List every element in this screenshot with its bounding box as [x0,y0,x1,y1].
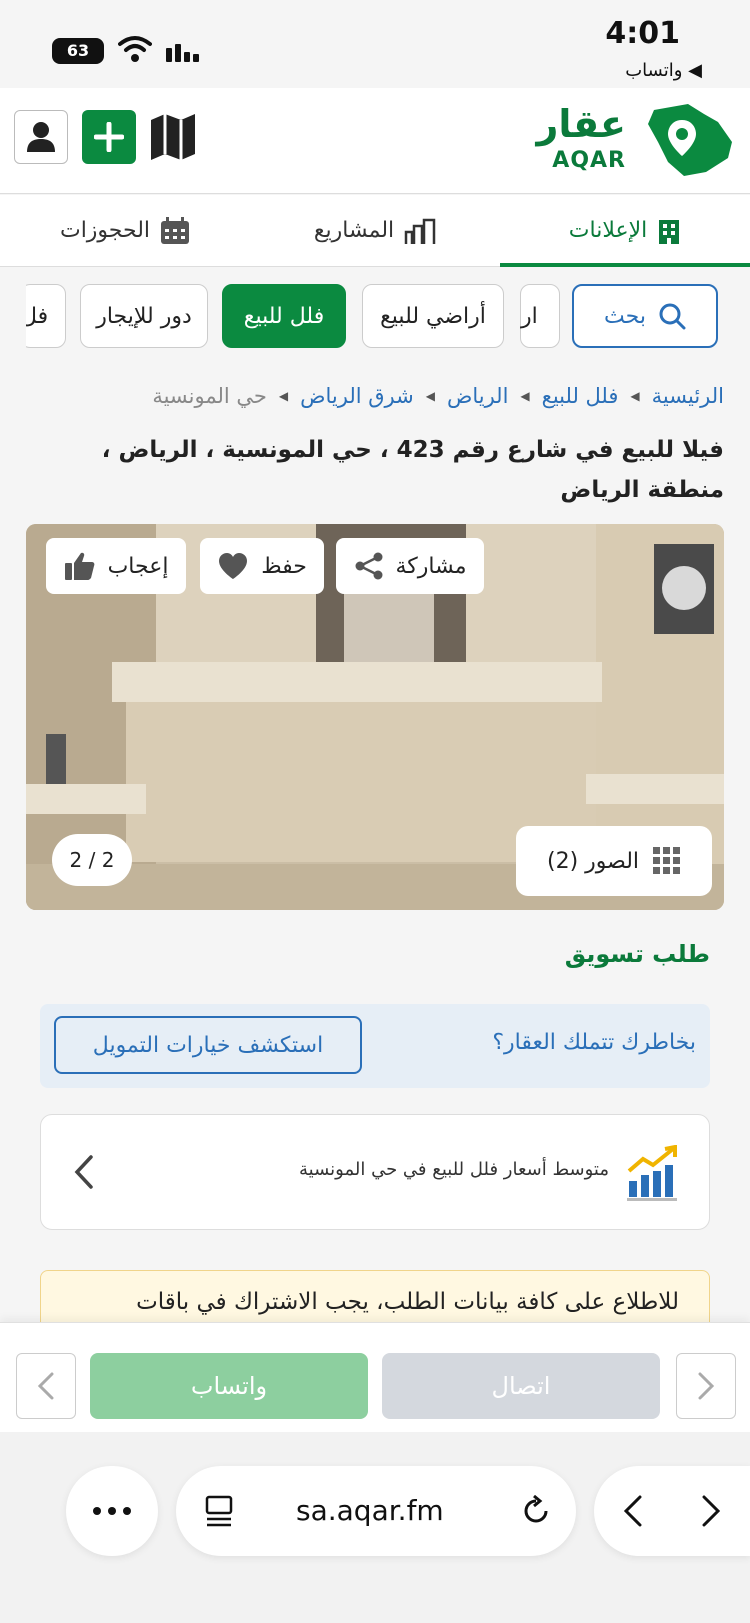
chip-villas-for-sale[interactable]: فلل للبيع [222,284,346,348]
breadcrumb-east-riyadh[interactable]: شرق الرياض [300,384,414,408]
listing-photo[interactable]: مشاركة حفظ إعجاب الصور (2) 2 / 2 [26,524,724,910]
browser-toolbar: sa.aqar.fm [0,1432,750,1623]
search-button[interactable]: بحث [572,284,718,348]
wifi-icon [118,36,152,62]
chevron-left-icon [37,1372,54,1400]
category-chips: بحث ار أراضي للبيع فلل للبيع دور للإيجار… [26,284,724,350]
subscription-notice-text: للاطلاع على كافة بيانات الطلب، يجب الاشت… [136,1289,679,1315]
search-icon [659,303,686,330]
share-button-label: مشاركة [395,553,467,579]
like-button-label: إعجاب [107,553,169,579]
calendar-icon [161,216,190,244]
tab-bookings-label: الحجوزات [59,218,151,243]
chevron-right-icon [698,1372,715,1400]
call-button[interactable]: اتصال [382,1353,660,1419]
breadcrumb-riyadh[interactable]: الرياض [447,384,508,408]
chip-partial-left[interactable]: فل [26,284,66,348]
like-button[interactable]: إعجاب [46,538,186,594]
average-prices-text: متوسط أسعار فلل للبيع في حي المونسية [299,1159,609,1180]
reload-icon [524,1495,548,1523]
tab-bookings[interactable]: الحجوزات [0,195,250,266]
building-icon [659,219,680,244]
breadcrumb-current: حي المونسية [152,384,267,408]
battery-icon: 63 [52,38,104,64]
browser-back-icon[interactable] [623,1494,643,1528]
chevron-left-icon [74,1155,93,1189]
save-button-label: حفظ [261,553,307,579]
grid-icon [653,847,681,874]
breadcrumb-separator-icon: ◀ [630,389,640,403]
breadcrumb-separator-icon: ◀ [425,389,435,403]
thumbs-up-icon [64,552,94,580]
photos-gallery-button[interactable]: الصور (2) [516,826,712,896]
marketing-request-link[interactable]: طلب تسويق [565,940,710,968]
more-dots-icon [93,1507,131,1515]
previous-listing-button[interactable] [16,1353,76,1419]
explore-financing-button[interactable]: استكشف خيارات التمويل [54,1016,362,1074]
chip-lands-for-sale[interactable]: أراضي للبيع [362,284,504,348]
listing-title: فيلا للبيع في شارع رقم 423 ، حي المونسية… [101,437,724,503]
chip-floors-for-rent[interactable]: دور للإيجار [80,284,208,348]
plus-icon [94,122,124,152]
photo-counter: 2 / 2 [52,834,132,886]
main-tabs: الإعلانات المشاريع الحجوزات [0,195,750,267]
browser-forward-icon[interactable] [701,1494,721,1528]
address-bar[interactable]: sa.aqar.fm [176,1466,576,1556]
share-icon [355,552,382,580]
chart-trend-icon [627,1145,677,1201]
status-time: 4:01 [605,16,680,51]
save-button[interactable]: حفظ [200,538,324,594]
projects-icon [404,218,436,244]
breadcrumb-villas-for-sale[interactable]: فلل للبيع [542,384,619,408]
saudi-map-pin-icon [648,104,732,176]
url-text: sa.aqar.fm [296,1494,444,1527]
aqar-logo[interactable]: عقار AQAR [516,100,736,180]
breadcrumb-separator-icon: ◀ [520,389,530,403]
average-prices-card[interactable]: متوسط أسعار فلل للبيع في حي المونسية [40,1114,710,1230]
map-button[interactable] [146,110,200,164]
contact-action-bar: اتصال واتساب [0,1322,750,1432]
tab-projects-label: المشاريع [313,218,395,243]
tab-listings-label: الإعلانات [568,218,648,243]
add-listing-button[interactable] [82,110,136,164]
photos-gallery-label: الصور (2) [546,848,640,874]
status-bar: 4:01 ◀ واتساب 63 [0,0,750,88]
share-button[interactable]: مشاركة [336,538,484,594]
browser-more-button[interactable] [66,1466,158,1556]
whatsapp-button[interactable]: واتساب [90,1353,368,1419]
cellular-signal-icon [166,44,199,62]
back-to-app-link[interactable]: ◀ واتساب [625,60,702,81]
breadcrumb-separator-icon: ◀ [278,389,289,403]
heart-icon [219,553,248,579]
search-button-label: بحث [604,303,646,329]
browser-navigation [594,1466,750,1556]
finance-question: بخاطرك تتملك العقار؟ [492,1030,696,1055]
chip-partial-right[interactable]: ار [520,284,560,348]
next-listing-button[interactable] [676,1353,736,1419]
map-icon [151,114,195,160]
tab-projects[interactable]: المشاريع [250,195,500,266]
breadcrumb-home[interactable]: الرئيسية [652,384,724,408]
breadcrumb: الرئيسية ◀ فلل للبيع ◀ الرياض ◀ شرق الري… [152,376,724,416]
user-icon [27,122,55,152]
logo-english-text: AQAR [552,148,626,173]
tab-listings[interactable]: الإعلانات [500,195,750,267]
site-header: عقار AQAR [0,88,750,194]
account-button[interactable] [14,110,68,164]
reader-mode-icon [205,1495,233,1527]
logo-arabic-text: عقار [536,102,626,146]
finance-banner: بخاطرك تتملك العقار؟ استكشف خيارات التمو… [40,1004,710,1088]
